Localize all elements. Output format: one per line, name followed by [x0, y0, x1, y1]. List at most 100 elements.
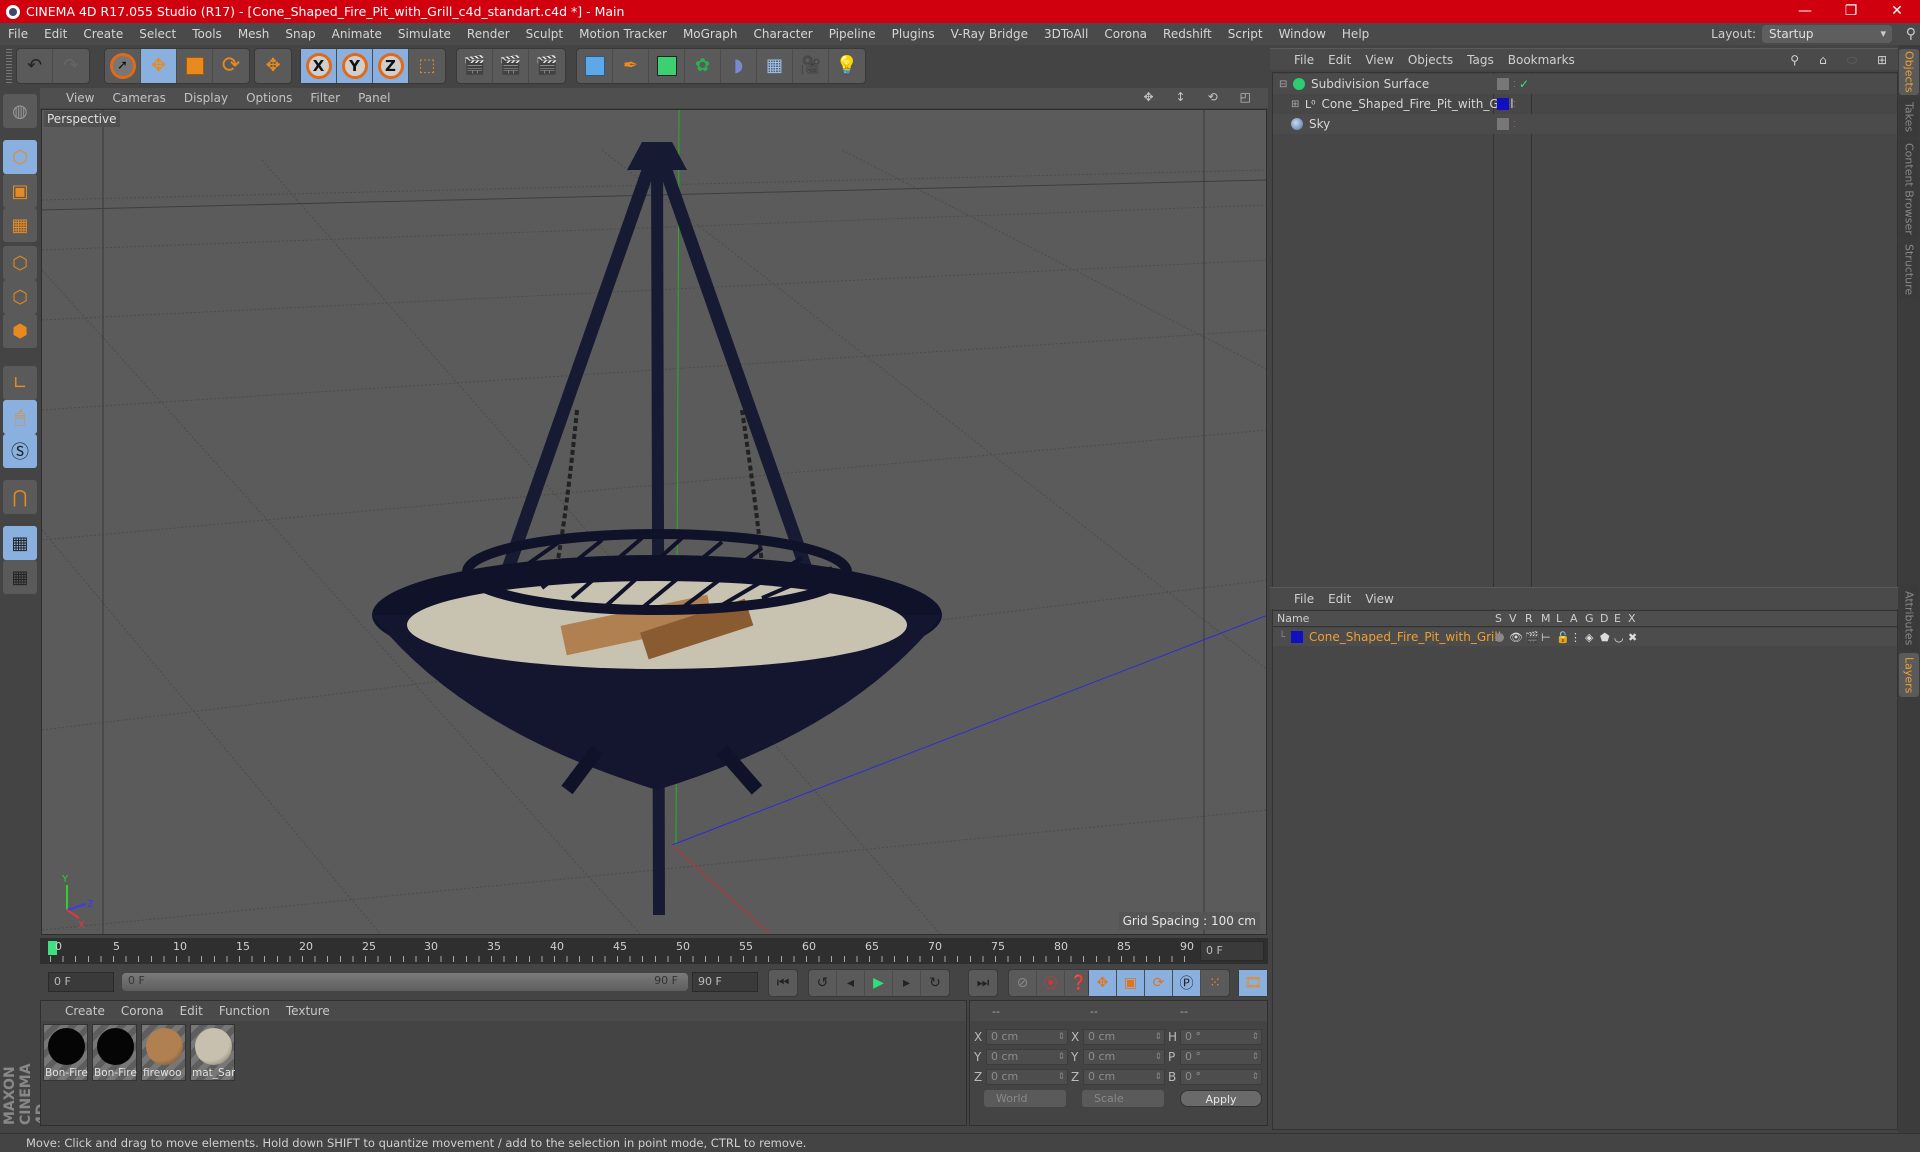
menu-edit[interactable]: Edit — [36, 27, 75, 41]
x-axis-lock-icon[interactable]: X — [301, 48, 337, 83]
render-view-icon[interactable]: 🎬 — [457, 48, 493, 83]
menu-corona[interactable]: Corona — [1096, 27, 1155, 41]
cube-icon[interactable] — [577, 48, 613, 83]
move-icon[interactable]: ✥ — [141, 48, 177, 83]
material-menu-texture[interactable]: Texture — [278, 1004, 338, 1018]
current-frame-field[interactable]: 0 F — [1200, 941, 1264, 961]
rotation-h-field[interactable]: 0 ° — [1180, 1028, 1262, 1045]
menu-select[interactable]: Select — [131, 27, 184, 41]
om-home-icon[interactable]: ⌂ — [1812, 53, 1834, 68]
rotation-p-field[interactable]: 0 ° — [1180, 1048, 1262, 1065]
snap-magnet-icon[interactable]: ⋂ — [3, 480, 37, 514]
layer-menu-file[interactable]: File — [1270, 592, 1321, 606]
undo-icon[interactable]: ↶ — [17, 48, 53, 83]
solo-icon[interactable]: Ⓢ — [3, 434, 37, 468]
collapse-icon[interactable]: ⊟ — [1279, 79, 1287, 90]
visibility-dots-icon[interactable]: ⁚ — [1513, 100, 1516, 109]
next-frame-icon[interactable]: ▸ — [893, 970, 921, 996]
manager-hierarchy-icon[interactable]: ⊢ — [1541, 631, 1551, 644]
layer-menu-edit[interactable]: Edit — [1321, 592, 1358, 606]
column-render[interactable]: R — [1525, 612, 1533, 625]
make-editable-icon[interactable]: ◍ — [3, 94, 37, 128]
rotate-icon[interactable]: ⟳ — [213, 49, 249, 83]
key-position-icon[interactable]: ✥ — [1089, 970, 1117, 996]
menu-script[interactable]: Script — [1220, 27, 1271, 41]
column-view[interactable]: V — [1509, 612, 1517, 625]
render-picture-viewer-icon[interactable]: 🎬 — [493, 48, 529, 83]
generator-icon[interactable]: ◈ — [1585, 631, 1593, 644]
column-animation[interactable]: A — [1570, 612, 1578, 625]
coordinate-system-icon[interactable]: ⬚ — [409, 49, 445, 83]
tab-structure[interactable]: Structure — [1899, 241, 1919, 299]
render-clapper-icon[interactable]: 🎬 — [1525, 631, 1539, 644]
menu-character[interactable]: Character — [745, 27, 820, 41]
layer-menu-view[interactable]: View — [1358, 592, 1400, 606]
planar-workplane-icon[interactable]: ▦ — [3, 560, 37, 594]
animation-icon[interactable]: ⋮ — [1570, 631, 1581, 644]
layer-name[interactable]: Cone_Shaped_Fire_Pit_with_Grill — [1309, 630, 1501, 644]
visibility-dots-icon[interactable]: ⁚ — [1513, 80, 1516, 89]
om-column-divider[interactable] — [1531, 73, 1532, 628]
position-x-field[interactable]: 0 cm — [986, 1028, 1068, 1045]
array-cloner-icon[interactable]: ✿ — [685, 48, 721, 83]
floor-environment-icon[interactable]: ▦ — [757, 48, 793, 83]
size-x-field[interactable]: 0 cm — [1083, 1028, 1165, 1045]
menu-create[interactable]: Create — [75, 27, 131, 41]
menu-mesh[interactable]: Mesh — [230, 27, 278, 41]
menu-window[interactable]: Window — [1271, 27, 1334, 41]
object-row[interactable]: ⊞ L⁰ Cone_Shaped_Fire_Pit_with_Grill ⁚ — [1273, 94, 1897, 114]
column-deformers[interactable]: D — [1600, 612, 1608, 625]
expand-icon[interactable]: ⊞ — [1291, 99, 1299, 110]
workplane-mode-icon[interactable]: ▦ — [3, 208, 37, 242]
pen-spline-icon[interactable]: ✒ — [613, 48, 649, 83]
axis-mode-icon[interactable]: ∟ — [3, 366, 37, 400]
model-mode-icon[interactable]: ⬡ — [3, 140, 37, 174]
viewport-menu-options[interactable]: Options — [237, 91, 301, 105]
viewport-menu-view[interactable]: View — [40, 91, 103, 105]
column-solo[interactable]: S — [1495, 612, 1502, 625]
light-icon[interactable]: 💡 — [829, 49, 865, 83]
toolbar-grip[interactable] — [6, 48, 12, 83]
menu-animate[interactable]: Animate — [324, 27, 390, 41]
material-swatch[interactable]: Bon-Fire — [43, 1024, 88, 1081]
om-menu-view[interactable]: View — [1358, 53, 1400, 67]
close-button[interactable]: ✕ — [1874, 0, 1920, 23]
render-settings-icon[interactable]: 🎬 — [529, 49, 565, 83]
xref-icon[interactable]: ✖ — [1628, 631, 1637, 644]
column-expressions[interactable]: E — [1614, 612, 1621, 625]
om-menu-file[interactable]: File — [1270, 53, 1321, 67]
texture-mode-icon[interactable]: ▣ — [3, 174, 37, 208]
transform-mode-dropdown[interactable]: Scale — [1082, 1090, 1164, 1107]
column-generators[interactable]: G — [1585, 612, 1594, 625]
material-swatch[interactable]: Bon-Fire — [92, 1024, 137, 1081]
toggle-panels-icon[interactable]: ◰ — [1231, 90, 1260, 104]
zoom-view-icon[interactable]: ↕ — [1167, 90, 1195, 104]
record-keyframes-disabled-icon[interactable]: ⊘ — [1009, 970, 1037, 996]
key-point-level-icon[interactable]: ⁙ — [1201, 970, 1229, 996]
rotation-b-field[interactable]: 0 ° — [1180, 1068, 1262, 1085]
material-menu-corona[interactable]: Corona — [113, 1004, 172, 1018]
go-to-start-icon[interactable]: ⏮ — [769, 970, 797, 996]
viewport-menu-cameras[interactable]: Cameras — [103, 91, 174, 105]
timeline-ruler[interactable]: 0 5 10 15 20 25 30 35 40 45 50 55 60 65 … — [40, 938, 1268, 964]
material-swatch[interactable]: mat_Sar — [190, 1024, 235, 1081]
object-row[interactable]: ⊟ Subdivision Surface ⁚ ✓ — [1273, 74, 1897, 94]
column-name[interactable]: Name — [1277, 612, 1309, 625]
om-filter-icon[interactable]: ⬭ — [1840, 53, 1864, 68]
viewport-menu-filter[interactable]: Filter — [301, 91, 349, 105]
restore-button[interactable]: ❐ — [1828, 0, 1874, 23]
menu-sculpt[interactable]: Sculpt — [518, 27, 571, 41]
edge-mode-icon[interactable]: ⬡ — [3, 280, 37, 314]
minimize-button[interactable]: — — [1782, 0, 1828, 23]
tab-layers[interactable]: Layers — [1899, 653, 1919, 697]
layer-none-swatch[interactable] — [1497, 118, 1509, 130]
menu-mograph[interactable]: MoGraph — [675, 27, 746, 41]
menu-tools[interactable]: Tools — [184, 27, 230, 41]
object-row[interactable]: Sky ⁚ — [1273, 114, 1897, 134]
om-menu-objects[interactable]: Objects — [1401, 53, 1460, 67]
redo-icon[interactable]: ↷ — [53, 49, 89, 83]
material-menu-create[interactable]: Create — [41, 1004, 113, 1018]
point-mode-icon[interactable]: ⬡ — [3, 246, 37, 280]
start-frame-field[interactable]: 0 F — [48, 972, 114, 992]
expression-icon[interactable]: ◡ — [1614, 631, 1624, 644]
